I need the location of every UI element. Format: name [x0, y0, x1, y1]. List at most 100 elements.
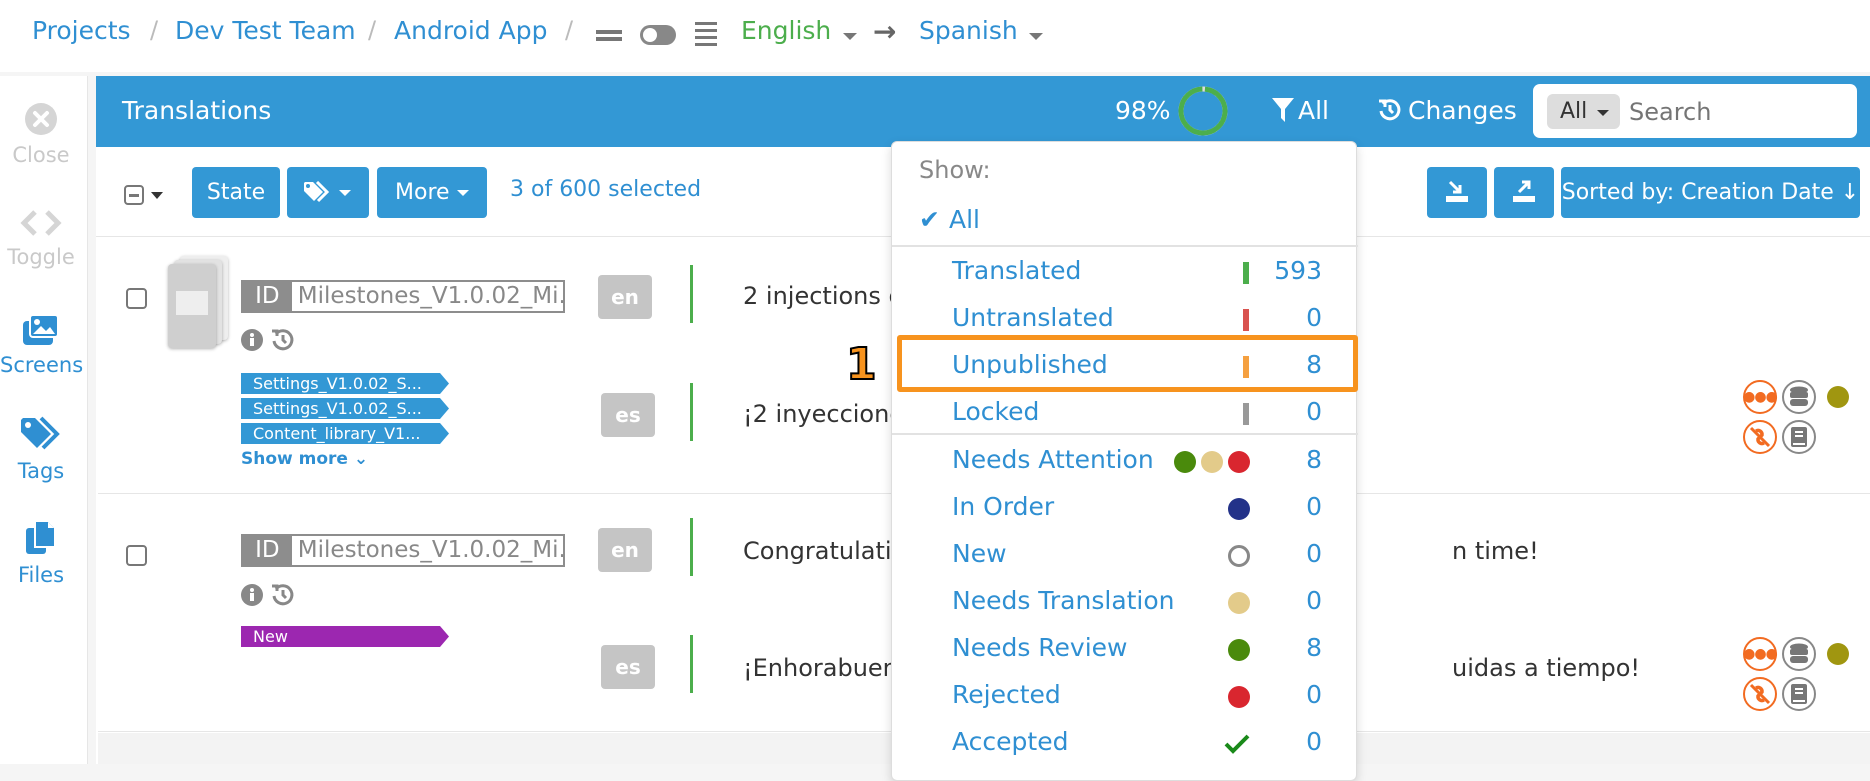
sidebar-item-label: Files — [17, 563, 65, 587]
show-more-label: Show more — [241, 449, 348, 469]
breadcrumb-team[interactable]: Dev Test Team — [175, 16, 356, 45]
search-box: All — [1533, 84, 1857, 138]
status-dot — [1827, 386, 1849, 408]
glossary-book-icon[interactable] — [1782, 420, 1816, 454]
target-language-select[interactable]: Spanish — [919, 16, 1018, 45]
info-icon[interactable] — [241, 584, 263, 606]
filter-option-new[interactable]: New 0 — [892, 533, 1358, 579]
filter-option-count: 8 — [1306, 633, 1322, 662]
filter-option-all[interactable]: ✔ All — [892, 199, 1358, 245]
info-icon[interactable] — [241, 329, 263, 351]
filter-icon — [1272, 98, 1294, 122]
screenshot-thumbnail[interactable] — [166, 256, 230, 348]
string-key-field[interactable]: ID Milestones_V1.0.02_Mi... — [241, 280, 565, 313]
filter-label[interactable]: All — [1298, 96, 1329, 125]
history-icon[interactable] — [270, 327, 296, 353]
target-text[interactable]: ¡Enhorabuen — [743, 654, 898, 682]
glossary-book-icon[interactable] — [1782, 677, 1816, 711]
string-key: Milestones_V1.0.02_Mi... — [297, 283, 563, 309]
filter-option-needs-attention[interactable]: Needs Attention 8 — [892, 439, 1358, 485]
tag[interactable]: Settings_V1.0.02_S... — [241, 398, 449, 419]
source-language-select[interactable]: English — [741, 16, 831, 45]
tags-menu-button[interactable] — [287, 167, 369, 218]
filter-option-accepted[interactable]: Accepted 0 — [892, 721, 1358, 767]
view-toggle[interactable] — [640, 25, 676, 45]
filter-option-needs-review[interactable]: Needs Review 8 — [892, 627, 1358, 673]
breadcrumb-projects[interactable]: Projects — [32, 16, 131, 45]
tag[interactable]: New — [241, 626, 449, 647]
tags-icon — [21, 416, 60, 450]
breadcrumb-project[interactable]: Android App — [394, 16, 547, 45]
history-icon[interactable] — [270, 582, 296, 608]
filter-option-in-order[interactable]: In Order 0 — [892, 486, 1358, 532]
arrow-right-icon: → — [873, 15, 897, 48]
filter-option-count: 0 — [1306, 303, 1322, 332]
accepted-check-icon — [1224, 734, 1250, 754]
chevron-down-icon — [457, 190, 469, 196]
compact-view-icon[interactable] — [596, 28, 622, 42]
locked-bar-icon — [1243, 403, 1249, 425]
sidebar-item-toggle[interactable]: Toggle — [0, 208, 82, 269]
sidebar-item-tags[interactable]: Tags — [0, 416, 82, 483]
search-input[interactable] — [1629, 94, 1839, 129]
changes-label[interactable]: Changes — [1408, 96, 1517, 125]
import-button[interactable] — [1427, 167, 1487, 218]
state-button[interactable]: State — [192, 167, 280, 218]
chevron-down-icon: ⌄ — [353, 449, 369, 469]
tag[interactable]: Content_library_V1... — [241, 423, 449, 444]
breadcrumb-separator: / — [368, 16, 377, 44]
string-key-field[interactable]: ID Milestones_V1.0.02_Mi... — [241, 534, 565, 567]
id-label: ID — [243, 536, 292, 565]
in-order-dot-icon — [1228, 498, 1250, 520]
target-text-tail[interactable]: uidas a tiempo! — [1452, 654, 1640, 682]
source-text[interactable]: Congratulatio — [743, 537, 906, 565]
sidebar-item-close[interactable]: Close — [0, 102, 82, 167]
sidebar-item-screens[interactable]: Screens — [0, 312, 83, 377]
expanded-view-icon[interactable] — [695, 22, 717, 46]
sidebar-item-files[interactable]: Files — [0, 520, 82, 587]
chevron-down-icon[interactable] — [151, 192, 163, 199]
chevron-down-icon[interactable] — [843, 33, 857, 40]
breadcrumb-separator: / — [150, 16, 159, 44]
progress-ring — [1178, 86, 1228, 136]
new-ring-icon — [1228, 545, 1250, 567]
code-brackets-icon — [20, 210, 62, 236]
string-key: Milestones_V1.0.02_Mi... — [297, 537, 563, 563]
dropdown-heading: Show: — [919, 156, 991, 184]
rejected-dot-icon — [1228, 686, 1250, 708]
row-checkbox[interactable] — [126, 545, 147, 566]
unlinked-icon[interactable] — [1743, 677, 1777, 711]
search-scope-select[interactable]: All — [1547, 94, 1620, 129]
chevron-down-icon[interactable] — [1029, 33, 1043, 40]
filter-option-label: Needs Translation — [952, 586, 1175, 615]
filter-option-count: 0 — [1306, 727, 1322, 756]
source-status-bar — [690, 518, 693, 576]
status-dot — [1827, 643, 1849, 665]
more-button[interactable]: More — [377, 167, 487, 218]
source-lang-badge: en — [598, 528, 652, 572]
filter-button[interactable] — [1272, 98, 1294, 126]
needs-translation-dot-icon — [1228, 592, 1250, 614]
row-checkbox[interactable] — [126, 288, 147, 309]
show-more-link[interactable]: Show more ⌄ — [241, 449, 368, 469]
tag[interactable]: Settings_V1.0.02_S... — [241, 373, 449, 394]
filter-option-needs-translation[interactable]: Needs Translation 0 — [892, 580, 1358, 626]
export-button[interactable] — [1494, 167, 1554, 218]
database-icon[interactable] — [1782, 637, 1816, 671]
unlinked-icon[interactable] — [1743, 420, 1777, 454]
filter-option-label: Needs Review — [952, 633, 1128, 662]
history-icon — [1379, 99, 1401, 121]
changes-button[interactable] — [1378, 98, 1402, 126]
source-text[interactable]: 2 injections c — [743, 282, 902, 310]
filter-option-rejected[interactable]: Rejected 0 — [892, 674, 1358, 720]
target-text[interactable]: ¡2 inyeccione — [743, 400, 904, 428]
filter-option-translated[interactable]: Translated 593 — [892, 250, 1358, 296]
select-all-checkbox[interactable] — [124, 185, 144, 205]
filter-option-count: 0 — [1306, 492, 1322, 521]
more-options-icon[interactable]: ●●● — [1743, 637, 1778, 671]
more-options-icon[interactable]: ●●● — [1743, 380, 1778, 414]
source-text-tail[interactable]: n time! — [1452, 537, 1539, 565]
filter-option-locked[interactable]: Locked 0 — [892, 391, 1358, 437]
database-icon[interactable] — [1782, 380, 1816, 414]
sort-button[interactable]: Sorted by: Creation Date ↓ — [1561, 167, 1860, 218]
